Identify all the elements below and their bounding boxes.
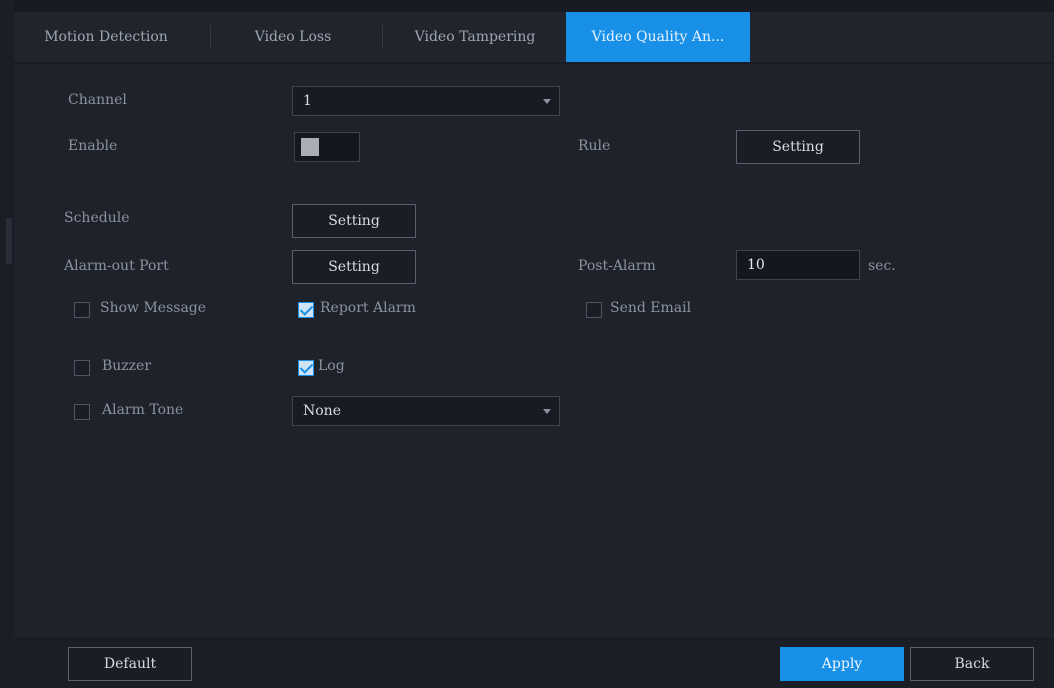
tab-motion-detection[interactable]: Motion Detection [14, 12, 198, 62]
default-button[interactable]: Default [68, 647, 192, 681]
show-message-label: Show Message [100, 300, 207, 316]
tab-separator [382, 25, 383, 49]
tab-bar: Motion Detection Video Loss Video Tamper… [14, 12, 1054, 62]
log-label: Log [318, 358, 345, 374]
tab-video-loss[interactable]: Video Loss [212, 12, 374, 62]
footer-bar: Default Apply Back [14, 640, 1054, 688]
schedule-setting-button[interactable]: Setting [292, 204, 416, 238]
post-alarm-label: Post-Alarm [578, 258, 656, 274]
alarm-out-setting-button[interactable]: Setting [292, 250, 416, 284]
report-alarm-label: Report Alarm [320, 300, 416, 316]
channel-select[interactable]: 1 [292, 86, 560, 116]
tab-separator [210, 25, 211, 49]
tab-video-tampering[interactable]: Video Tampering [386, 12, 564, 62]
enable-label: Enable [68, 138, 118, 154]
rule-setting-button[interactable]: Setting [736, 130, 860, 164]
chevron-down-icon [543, 409, 551, 414]
post-alarm-unit: sec. [868, 258, 896, 274]
apply-button[interactable]: Apply [780, 647, 904, 681]
send-email-label: Send Email [610, 300, 692, 316]
alarm-tone-select[interactable]: None [292, 396, 560, 426]
side-handle[interactable] [6, 218, 12, 264]
settings-panel: Channel 1 Enable Rule Setting Schedule S… [14, 64, 1054, 638]
back-button[interactable]: Back [910, 647, 1034, 681]
schedule-label: Schedule [64, 210, 130, 226]
show-message-checkbox[interactable] [74, 302, 90, 318]
alarm-tone-checkbox[interactable] [74, 404, 90, 420]
chevron-down-icon [543, 99, 551, 104]
enable-toggle[interactable] [294, 132, 360, 162]
tab-video-quality-analytics[interactable]: Video Quality An... [566, 12, 750, 62]
post-alarm-input[interactable]: 10 [736, 250, 860, 280]
channel-value: 1 [303, 93, 312, 109]
left-edge [0, 0, 14, 688]
channel-label: Channel [68, 92, 127, 108]
video-quality-analytics-window: Motion Detection Video Loss Video Tamper… [0, 0, 1054, 688]
buzzer-checkbox[interactable] [74, 360, 90, 376]
send-email-checkbox[interactable] [586, 302, 602, 318]
log-checkbox[interactable] [298, 360, 314, 376]
report-alarm-checkbox[interactable] [298, 302, 314, 318]
rule-label: Rule [578, 138, 611, 154]
toggle-knob [301, 138, 319, 156]
alarm-out-port-label: Alarm-out Port [64, 258, 169, 274]
alarm-tone-value: None [303, 403, 341, 419]
alarm-tone-label: Alarm Tone [102, 402, 184, 418]
buzzer-label: Buzzer [102, 358, 152, 374]
